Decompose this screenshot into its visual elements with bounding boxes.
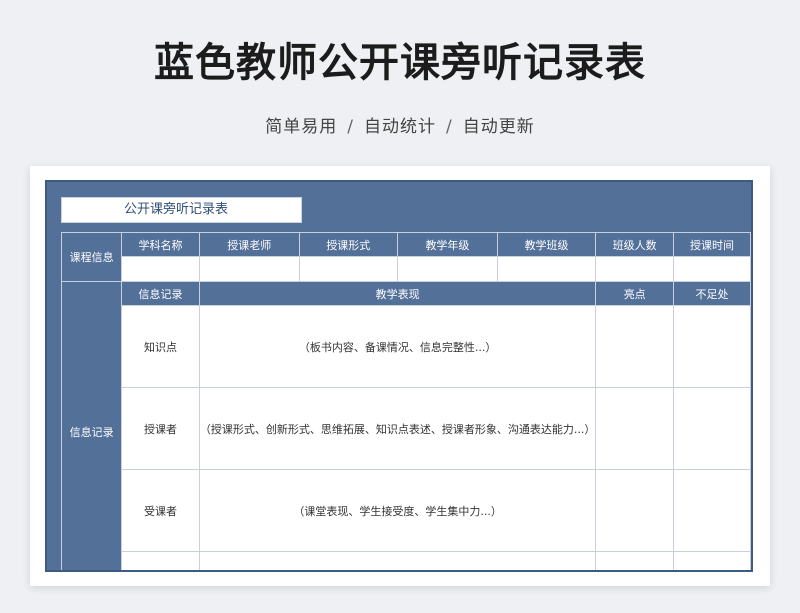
column-header: 亮点 bbox=[595, 281, 675, 306]
column-header: 教学班级 bbox=[496, 232, 597, 257]
subtitle-item: 简单易用 bbox=[265, 117, 338, 137]
highlight-cell[interactable] bbox=[595, 551, 675, 570]
performance-cell[interactable]: （授课形式、创新形式、思维拓展、知识点表述、授课者形象、沟通表达能力...） bbox=[198, 387, 597, 470]
row-label: 受课者 bbox=[121, 469, 200, 552]
column-header: 不足处 bbox=[673, 281, 751, 306]
column-header: 教学年级 bbox=[397, 232, 498, 257]
table-row bbox=[62, 551, 751, 570]
shortcoming-cell[interactable] bbox=[673, 305, 751, 388]
row-label bbox=[121, 551, 200, 570]
column-header: 授课形式 bbox=[298, 232, 399, 257]
subtitle-item: 自动更新 bbox=[462, 117, 535, 137]
highlight-cell[interactable] bbox=[595, 387, 675, 470]
highlight-cell[interactable] bbox=[595, 305, 675, 388]
record-table: 课程信息 学科名称 授课老师 授课形式 教学年级 教学班级 班级人数 授课时间 … bbox=[60, 232, 751, 570]
record-header-row: 信息记录 信息记录 教学表现 亮点 不足处 bbox=[60, 281, 751, 570]
performance-cell[interactable] bbox=[198, 551, 597, 570]
column-header: 信息记录 bbox=[121, 281, 200, 306]
input-cell[interactable] bbox=[298, 256, 399, 282]
spreadsheet-preview-card: 公开课旁听记录表 课程信息 学科名称 授课老师 授课形式 教学年级 教学班级 班… bbox=[30, 166, 770, 586]
course-info-label: 课程信息 bbox=[60, 232, 123, 282]
input-cell[interactable] bbox=[198, 256, 300, 282]
course-header-row: 课程信息 学科名称 授课老师 授课形式 教学年级 教学班级 班级人数 授课时间 bbox=[60, 232, 751, 282]
highlight-cell[interactable] bbox=[595, 469, 675, 552]
row-label: 授课者 bbox=[121, 387, 200, 470]
row-label: 知识点 bbox=[121, 305, 200, 388]
performance-cell[interactable]: （课堂表现、学生接受度、学生集中力...） bbox=[198, 469, 597, 552]
column-header: 教学表现 bbox=[198, 281, 597, 306]
input-cell[interactable] bbox=[121, 256, 200, 282]
course-input-row bbox=[62, 256, 751, 282]
shortcoming-cell[interactable] bbox=[673, 551, 751, 570]
page-subtitle: 简单易用 / 自动统计 / 自动更新 bbox=[0, 112, 800, 137]
page-title: 蓝色教师公开课旁听记录表 bbox=[154, 40, 646, 86]
column-header: 授课时间 bbox=[673, 232, 751, 257]
input-cell[interactable] bbox=[595, 256, 675, 282]
shortcoming-cell[interactable] bbox=[673, 469, 751, 552]
table-row: 知识点 （板书内容、备课情况、信息完整性...） bbox=[62, 305, 751, 388]
subtitle-item: 自动统计 bbox=[364, 117, 436, 137]
subtitle-separator: / bbox=[347, 117, 354, 137]
table-row: 授课者 （授课形式、创新形式、思维拓展、知识点表述、授课者形象、沟通表达能力..… bbox=[62, 387, 751, 470]
column-header: 学科名称 bbox=[121, 232, 200, 257]
subtitle-separator: / bbox=[446, 117, 453, 137]
column-header: 授课老师 bbox=[198, 232, 300, 257]
sheet-title[interactable]: 公开课旁听记录表 bbox=[61, 197, 302, 223]
shortcoming-cell[interactable] bbox=[673, 387, 751, 470]
input-cell[interactable] bbox=[673, 256, 751, 282]
performance-cell[interactable]: （板书内容、备课情况、信息完整性...） bbox=[198, 305, 597, 388]
input-cell[interactable] bbox=[496, 256, 597, 282]
table-row: 受课者 （课堂表现、学生接受度、学生集中力...） bbox=[62, 469, 751, 552]
record-section-label: 信息记录 bbox=[60, 281, 123, 570]
input-cell[interactable] bbox=[397, 256, 498, 282]
record-sheet: 公开课旁听记录表 课程信息 学科名称 授课老师 授课形式 教学年级 教学班级 班… bbox=[45, 180, 753, 572]
column-header: 班级人数 bbox=[595, 232, 675, 257]
